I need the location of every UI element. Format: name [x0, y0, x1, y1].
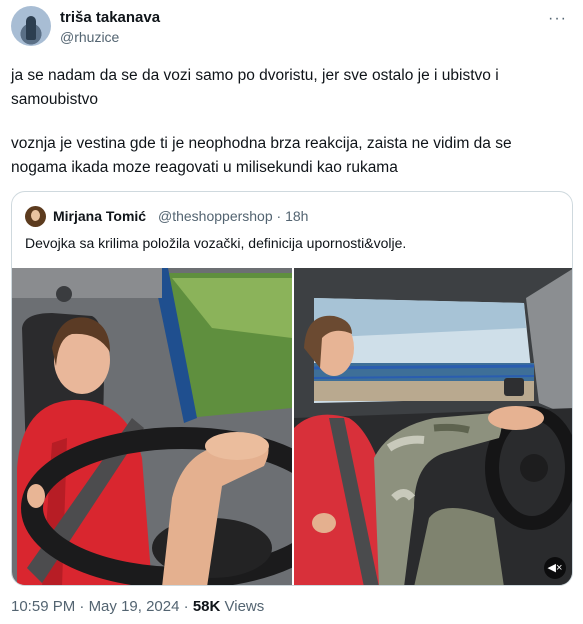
views-count[interactable]: 58K [193, 598, 221, 615]
quoted-author-handle[interactable]: @theshoppershop [158, 208, 273, 224]
media-photo-right[interactable]: ◀× [294, 268, 572, 585]
quoted-age[interactable]: 18h [285, 208, 308, 224]
quoted-author-avatar[interactable] [25, 206, 46, 227]
meta-separator: · [183, 598, 189, 615]
views-label: Views [224, 598, 265, 615]
tweet-text: ja se nadam da se da vozi samo po dvoris… [11, 64, 571, 200]
quoted-tweet[interactable]: Mirjana Tomić @theshoppershop · 18h Devo… [11, 191, 573, 586]
more-horizontal-icon[interactable]: ··· [548, 10, 567, 28]
author-name[interactable]: triša takanava [60, 9, 160, 26]
author-handle[interactable]: @rhuzice [60, 29, 119, 45]
tweet-time[interactable]: 10:59 PM [11, 598, 75, 615]
quoted-text: Devojka sa krilima položila vozački, def… [25, 235, 407, 251]
mute-icon[interactable]: ◀× [544, 557, 566, 579]
author-avatar[interactable] [11, 6, 51, 46]
tweet-date[interactable]: May 19, 2024 [89, 598, 180, 615]
quoted-author-meta: @theshoppershop · 18h [158, 208, 308, 224]
tweet-meta: 10:59 PM · May 19, 2024 · 58K Views [11, 598, 264, 615]
tweet-paragraph: voznja je vestina gde ti je neophodna br… [11, 135, 512, 176]
tweet-paragraph: ja se nadam da se da vozi samo po dvoris… [11, 67, 499, 108]
meta-separator: · [79, 598, 85, 615]
quoted-author-name[interactable]: Mirjana Tomić [53, 208, 146, 224]
quoted-media: ◀× [12, 268, 572, 585]
quoted-separator: · [276, 208, 282, 224]
media-photo-left[interactable] [12, 268, 292, 585]
